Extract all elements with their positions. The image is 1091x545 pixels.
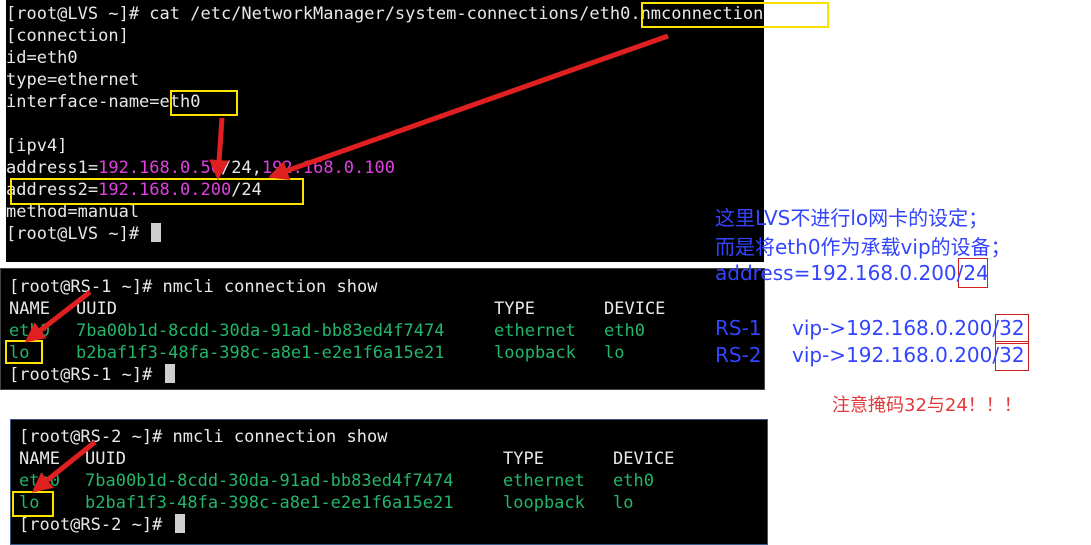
row-lo-uuid: b2baf1f3-48fa-398c-a8e1-e2e1f6a15e21 [85, 493, 454, 513]
cursor [164, 364, 175, 383]
interface-highlight-box [170, 90, 238, 116]
address1-ip: 192.168.0.50 [98, 158, 221, 178]
cursor [151, 223, 162, 242]
row-lo-device: lo [604, 343, 625, 363]
note-rs2-vip: vip->192.168.0.200/32 [792, 343, 1025, 367]
prompt-line: [root@RS-2 ~]# [19, 514, 185, 536]
line-type: type=ethernet [6, 70, 140, 90]
col-name-header: NAME [9, 299, 50, 319]
lvs-terminal[interactable]: [root@LVS ~]# cat /etc/NetworkManager/sy… [6, 0, 764, 262]
row-lo-device: lo [613, 493, 634, 513]
row-lo-type: loopback [503, 493, 585, 513]
note-line-2: 而是将eth0作为承载vip的设备； [715, 235, 1011, 259]
col-name-header: NAME [19, 449, 60, 469]
row-lo-uuid: b2baf1f3-48fa-398c-a8e1-e2e1f6a15e21 [76, 343, 445, 363]
row-eth0-name: eth0 [9, 321, 50, 341]
section-ipv4: [ipv4] [6, 136, 68, 156]
rs1-lo-highlight-box [5, 340, 43, 364]
rs2-terminal[interactable]: [root@RS-2 ~]# nmcli connection show NAM… [10, 419, 768, 545]
note-line-1: 这里LVS不进行lo网卡的设定； [715, 206, 989, 230]
rs2-lo-highlight-box [12, 491, 54, 517]
note-rs1-vip: vip->192.168.0.200/32 [792, 316, 1025, 340]
rs1-terminal[interactable]: [root@RS-1 ~]# nmcli connection show NAM… [0, 268, 765, 390]
filename-highlight-box [641, 2, 829, 28]
col-type-header: TYPE [494, 299, 535, 319]
gateway-ip: 192.168.0.100 [261, 158, 395, 178]
row-eth0-uuid: 7ba00b1d-8cdd-30da-91ad-bb83ed4f7474 [76, 321, 445, 341]
row-eth0-device: eth0 [604, 321, 645, 341]
shell-prompt: [root@LVS ~]# [6, 4, 150, 24]
line-id: id=eth0 [6, 48, 78, 68]
note-rs1-label: RS-1 [715, 316, 762, 340]
row-eth0-name: eth0 [19, 471, 60, 491]
command-line: [root@RS-1 ~]# nmcli connection show [9, 277, 378, 297]
col-device-header: DEVICE [604, 299, 666, 319]
prompt-line: [root@RS-1 ~]# [9, 364, 175, 386]
row-eth0-uuid: 7ba00b1d-8cdd-30da-91ad-bb83ed4f7474 [85, 471, 454, 491]
cursor [174, 514, 185, 533]
col-uuid-header: UUID [76, 299, 117, 319]
row-eth0-type: ethernet [494, 321, 576, 341]
mask-warning-note: 注意掩码32与24！！！ [832, 395, 1022, 416]
note-rs2-label: RS-2 [715, 343, 762, 367]
col-uuid-header: UUID [85, 449, 126, 469]
line-address1: address1=192.168.0.50/24,192.168.0.100 [6, 158, 395, 178]
row-eth0-device: eth0 [613, 471, 654, 491]
row-lo-type: loopback [494, 343, 576, 363]
section-connection: [connection] [6, 26, 129, 46]
address2-highlight-box [10, 178, 304, 205]
row-eth0-type: ethernet [503, 471, 585, 491]
col-device-header: DEVICE [613, 449, 675, 469]
note-line-3: address=192.168.0.200/24 [715, 261, 989, 285]
command-line: [root@RS-2 ~]# nmcli connection show [19, 427, 388, 447]
col-type-header: TYPE [503, 449, 544, 469]
prompt-line: [root@LVS ~]# [6, 223, 162, 245]
